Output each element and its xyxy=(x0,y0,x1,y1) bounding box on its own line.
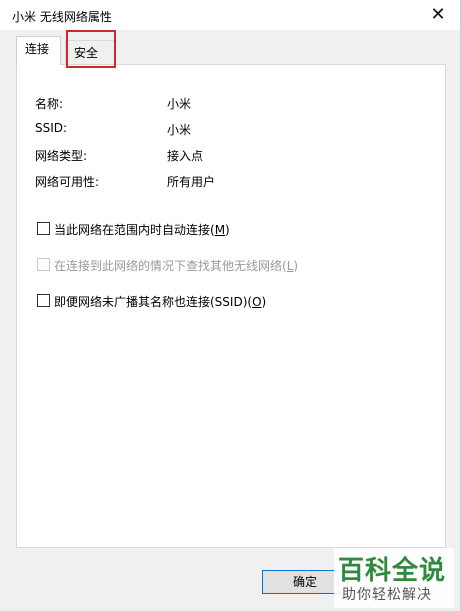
network-availability-label: 网络可用性: xyxy=(35,175,100,189)
window-title: 小米 无线网络属性 xyxy=(12,10,112,24)
auto-connect-label: 当此网络在范围内时自动连接(M) xyxy=(54,223,230,237)
network-availability-value: 所有用户 xyxy=(167,175,216,189)
security-tab-highlight xyxy=(66,30,116,68)
watermark-brand: 百科全说 xyxy=(338,556,447,586)
close-icon[interactable]: ✕ xyxy=(426,4,450,26)
auto-connect-checkbox[interactable] xyxy=(37,222,50,235)
find-other-networks-checkbox xyxy=(37,258,50,271)
find-other-networks-label: 在连接到此网络的情况下查找其他无线网络(L) xyxy=(54,259,299,273)
name-value: 小米 xyxy=(167,97,192,111)
watermark-slogan: 助你轻松解决 xyxy=(342,587,432,603)
watermark-logo: 百科全说 助你轻松解决 xyxy=(334,548,454,608)
title-bar: 小米 无线网络属性 ✕ xyxy=(0,0,460,30)
network-type-value: 接入点 xyxy=(167,149,204,163)
ssid-value: 小米 xyxy=(167,123,192,137)
name-label: 名称: xyxy=(35,97,64,111)
connect-hidden-ssid-checkbox[interactable] xyxy=(37,294,50,307)
connect-hidden-ssid-label: 即便网络未广播其名称也连接(SSID)(O) xyxy=(54,295,267,309)
ssid-label: SSID: xyxy=(35,121,68,135)
wireless-properties-dialog: 小米 无线网络属性 ✕ 连接 安全 名称: 小米 SSID: 小米 网络类型: … xyxy=(0,0,462,611)
tab-connection[interactable]: 连接 xyxy=(16,36,61,65)
connection-panel: 名称: 小米 SSID: 小米 网络类型: 接入点 网络可用性: 所有用户 当此… xyxy=(16,64,446,548)
network-type-label: 网络类型: xyxy=(35,149,88,163)
